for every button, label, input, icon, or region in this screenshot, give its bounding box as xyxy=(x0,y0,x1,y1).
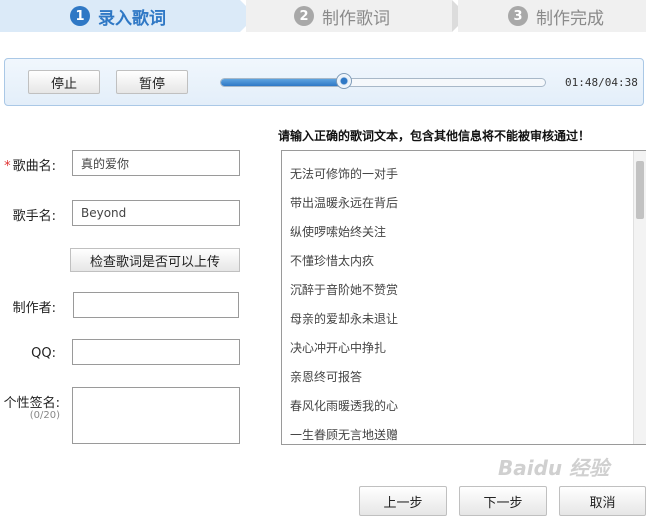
watermark: Baidu 经验 xyxy=(498,456,610,480)
step-number: 3 xyxy=(508,6,528,26)
step-number: 2 xyxy=(294,6,314,26)
signature-textarea[interactable] xyxy=(72,387,240,444)
required-icon: * xyxy=(4,159,11,174)
step-label: 制作歌词 xyxy=(322,8,390,29)
time-display: 01:48/04:38 xyxy=(565,76,638,89)
lyrics-instruction: 请输入正确的歌词文本，包含其他信息将不能被审核通过！ xyxy=(278,129,591,143)
prev-button[interactable]: 上一步 xyxy=(359,486,447,516)
progress-fill xyxy=(221,79,344,86)
lyric-line: 一生眷顾无言地送赠 xyxy=(290,428,399,442)
singer-label: 歌手名: xyxy=(12,209,56,224)
song-name-input[interactable]: 真的爱你 xyxy=(72,150,240,176)
singer-input[interactable]: Beyond xyxy=(72,200,240,226)
lyric-line: 春风化雨暖透我的心 xyxy=(290,399,399,413)
audio-player: 停止 暂停 01:48/04:38 xyxy=(4,58,644,106)
cancel-button[interactable]: 取消 xyxy=(559,486,646,516)
progress-knob[interactable] xyxy=(336,73,352,89)
step-label: 制作完成 xyxy=(536,8,604,29)
lyric-line: 决心冲开心中挣扎 xyxy=(290,341,387,355)
qq-input[interactable] xyxy=(72,339,240,365)
step-3: 3 制作完成 xyxy=(458,0,646,32)
lyrics-textarea[interactable]: 无法可修饰的一对手 带出温暖永远在背后 纵使啰嗦始终关注 不懂珍惜太内疚 沉醉于… xyxy=(281,150,646,445)
check-lyrics-button[interactable]: 检查歌词是否可以上传 xyxy=(70,248,240,272)
scrollbar-thumb[interactable] xyxy=(636,161,644,219)
progress-slider[interactable] xyxy=(220,73,546,89)
next-button[interactable]: 下一步 xyxy=(459,486,547,516)
lyrics-scrollbar[interactable] xyxy=(633,151,646,444)
song-name-label: * 歌曲名: xyxy=(4,159,56,174)
signature-label: 个性签名: xyxy=(3,396,60,411)
lyric-line: 无法可修饰的一对手 xyxy=(290,167,399,181)
step-indicator: 1 录入歌词 2 制作歌词 3 制作完成 xyxy=(0,0,646,32)
signature-counter: (0/20) xyxy=(29,410,60,421)
pause-button[interactable]: 暂停 xyxy=(116,70,188,94)
producer-label: 制作者: xyxy=(12,301,56,316)
step-1-active: 1 录入歌词 xyxy=(0,0,256,32)
step-2: 2 制作歌词 xyxy=(246,0,452,32)
lyric-line: 带出温暖永远在背后 xyxy=(290,196,399,210)
lyric-line: 亲恩终可报答 xyxy=(290,370,363,384)
lyric-line: 纵使啰嗦始终关注 xyxy=(290,225,387,239)
stop-button[interactable]: 停止 xyxy=(28,70,100,94)
lyric-line: 沉醉于音阶她不赞赏 xyxy=(290,283,399,297)
lyric-line: 母亲的爱却永未退让 xyxy=(290,312,399,326)
qq-label: QQ: xyxy=(31,346,56,361)
producer-input[interactable] xyxy=(73,292,239,318)
step-number: 1 xyxy=(70,6,90,26)
step-label: 录入歌词 xyxy=(98,8,166,29)
lyric-line: 不懂珍惜太内疚 xyxy=(290,254,375,268)
